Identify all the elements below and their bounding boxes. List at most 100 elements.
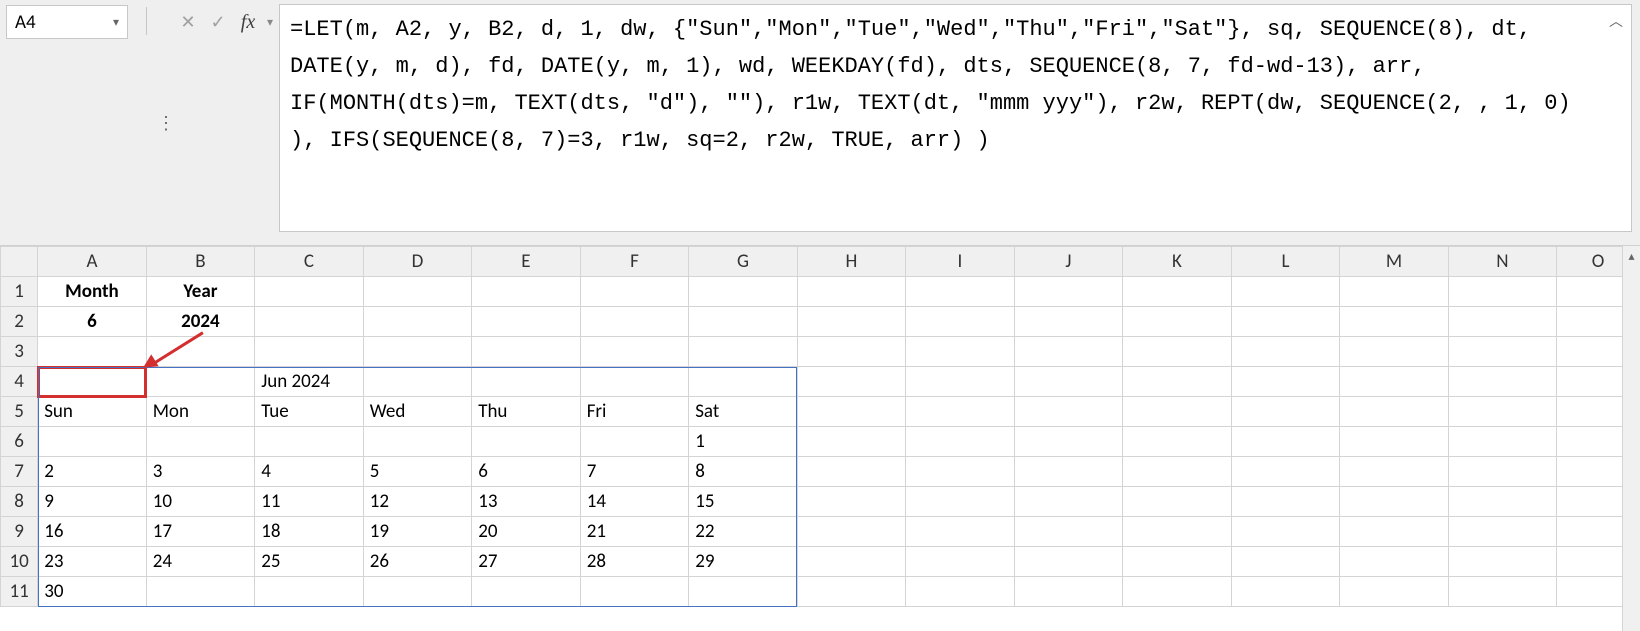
cell-H10[interactable] (797, 547, 906, 577)
cell-B6[interactable] (146, 427, 255, 457)
row-header-6[interactable]: 6 (1, 427, 38, 457)
cell-N8[interactable] (1448, 487, 1557, 517)
cell-F3[interactable] (580, 337, 689, 367)
col-header-H[interactable]: H (797, 247, 906, 277)
cell-L2[interactable] (1231, 307, 1340, 337)
cell-C9[interactable]: 18 (255, 517, 364, 547)
cell-A8[interactable]: 9 (38, 487, 147, 517)
cell-J9[interactable] (1014, 517, 1123, 547)
cell-L5[interactable] (1231, 397, 1340, 427)
cell-N2[interactable] (1448, 307, 1557, 337)
cell-L10[interactable] (1231, 547, 1340, 577)
cell-H3[interactable] (797, 337, 906, 367)
cell-F11[interactable] (580, 577, 689, 607)
cell-E4[interactable] (472, 367, 581, 397)
cell-C11[interactable] (255, 577, 364, 607)
scroll-up-icon[interactable]: ▴ (1628, 249, 1634, 264)
cell-D4[interactable] (363, 367, 472, 397)
cell-M11[interactable] (1340, 577, 1449, 607)
cell-G11[interactable] (689, 577, 798, 607)
cell-K8[interactable] (1123, 487, 1232, 517)
cell-G7[interactable]: 8 (689, 457, 798, 487)
row-header-11[interactable]: 11 (1, 577, 38, 607)
cell-A7[interactable]: 2 (38, 457, 147, 487)
cell-L3[interactable] (1231, 337, 1340, 367)
cell-I9[interactable] (906, 517, 1015, 547)
cell-D7[interactable]: 5 (363, 457, 472, 487)
col-header-F[interactable]: F (580, 247, 689, 277)
cell-C2[interactable] (255, 307, 364, 337)
cell-I1[interactable] (906, 277, 1015, 307)
cell-M10[interactable] (1340, 547, 1449, 577)
cell-H4[interactable] (797, 367, 906, 397)
cell-K7[interactable] (1123, 457, 1232, 487)
cell-A2[interactable]: 6 (38, 307, 147, 337)
cell-G10[interactable]: 29 (689, 547, 798, 577)
cell-E3[interactable] (472, 337, 581, 367)
cell-D6[interactable] (363, 427, 472, 457)
cell-B7[interactable]: 3 (146, 457, 255, 487)
cell-L11[interactable] (1231, 577, 1340, 607)
cell-J10[interactable] (1014, 547, 1123, 577)
cell-B11[interactable] (146, 577, 255, 607)
cell-E9[interactable]: 20 (472, 517, 581, 547)
cell-B5[interactable]: Mon (146, 397, 255, 427)
cell-I7[interactable] (906, 457, 1015, 487)
col-header-K[interactable]: K (1123, 247, 1232, 277)
cell-G6[interactable]: 1 (689, 427, 798, 457)
cell-D9[interactable]: 19 (363, 517, 472, 547)
col-header-N[interactable]: N (1448, 247, 1557, 277)
cell-H1[interactable] (797, 277, 906, 307)
cell-G4[interactable] (689, 367, 798, 397)
cell-L1[interactable] (1231, 277, 1340, 307)
cell-C5[interactable]: Tue (255, 397, 364, 427)
cell-H11[interactable] (797, 577, 906, 607)
cell-H6[interactable] (797, 427, 906, 457)
cell-E1[interactable] (472, 277, 581, 307)
cancel-icon[interactable]: ✕ (177, 11, 199, 33)
cell-H8[interactable] (797, 487, 906, 517)
cell-E2[interactable] (472, 307, 581, 337)
cell-B4[interactable] (146, 367, 255, 397)
cell-N1[interactable] (1448, 277, 1557, 307)
cell-M7[interactable] (1340, 457, 1449, 487)
cell-N11[interactable] (1448, 577, 1557, 607)
chevron-down-icon[interactable]: ▾ (267, 15, 273, 30)
cell-C8[interactable]: 11 (255, 487, 364, 517)
cell-E11[interactable] (472, 577, 581, 607)
cell-F6[interactable] (580, 427, 689, 457)
col-header-M[interactable]: M (1340, 247, 1449, 277)
cell-G3[interactable] (689, 337, 798, 367)
col-header-J[interactable]: J (1014, 247, 1123, 277)
cell-M8[interactable] (1340, 487, 1449, 517)
cell-J5[interactable] (1014, 397, 1123, 427)
cell-D5[interactable]: Wed (363, 397, 472, 427)
cell-L9[interactable] (1231, 517, 1340, 547)
row-header-4[interactable]: 4 (1, 367, 38, 397)
col-header-A[interactable]: A (38, 247, 147, 277)
cell-A10[interactable]: 23 (38, 547, 147, 577)
cell-N7[interactable] (1448, 457, 1557, 487)
cell-I2[interactable] (906, 307, 1015, 337)
cell-K4[interactable] (1123, 367, 1232, 397)
cell-H7[interactable] (797, 457, 906, 487)
cell-E10[interactable]: 27 (472, 547, 581, 577)
cell-A1[interactable]: Month (38, 277, 147, 307)
cell-A9[interactable]: 16 (38, 517, 147, 547)
cell-K6[interactable] (1123, 427, 1232, 457)
cell-F1[interactable] (580, 277, 689, 307)
cell-B10[interactable]: 24 (146, 547, 255, 577)
cell-A4[interactable] (38, 367, 147, 397)
cell-M6[interactable] (1340, 427, 1449, 457)
cell-C4[interactable]: Jun 2024 (255, 367, 364, 397)
cell-D10[interactable]: 26 (363, 547, 472, 577)
fx-icon[interactable]: fx (237, 11, 259, 33)
cell-J7[interactable] (1014, 457, 1123, 487)
worksheet-grid[interactable]: A B C D E F G H I J K L M N O 1MonthYear… (0, 246, 1640, 631)
cell-B8[interactable]: 10 (146, 487, 255, 517)
cell-B1[interactable]: Year (146, 277, 255, 307)
cell-M4[interactable] (1340, 367, 1449, 397)
cell-A11[interactable]: 30 (38, 577, 147, 607)
cell-L8[interactable] (1231, 487, 1340, 517)
row-header-8[interactable]: 8 (1, 487, 38, 517)
